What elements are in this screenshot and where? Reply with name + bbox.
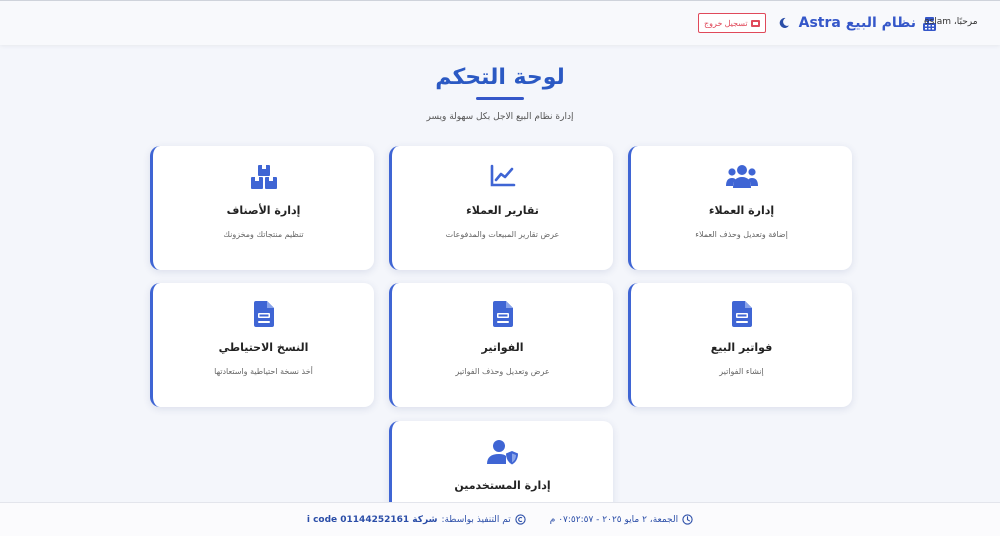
card-description: إنشاء الفواتير bbox=[719, 367, 764, 376]
card-sales-invoices[interactable]: فواتير البيع إنشاء الفواتير bbox=[628, 283, 852, 407]
brand-title: نظام البيع Astra bbox=[798, 15, 917, 31]
card-description: إضافة وتعديل وحذف العملاء bbox=[695, 230, 788, 239]
logout-label: تسجيل خروج bbox=[704, 18, 748, 28]
chart-line-icon bbox=[392, 164, 613, 192]
top-navbar: تسجيل خروج نظام البيع Astra مرحبًا، esla… bbox=[0, 0, 1000, 45]
card-invoices[interactable]: الفواتير عرض وتعديل وحذف الفواتير bbox=[389, 283, 613, 407]
card-description: عرض تقارير المبيعات والمدفوعات bbox=[445, 230, 560, 239]
page-subtitle: إدارة نظام البيع الاجل بكل سهولة ويسر bbox=[426, 112, 574, 122]
footer: تم التنفيذ بواسطة: شركة i code 011442521… bbox=[0, 502, 1000, 536]
moon-icon[interactable] bbox=[777, 16, 791, 30]
card-items[interactable]: إدارة الأصناف تنظيم منتجاتك ومخزونك bbox=[150, 146, 374, 270]
title-underline bbox=[476, 97, 524, 100]
user-shield-icon bbox=[392, 439, 613, 467]
card-title: تقارير العملاء bbox=[466, 204, 539, 217]
card-backup[interactable]: النسخ الاحتياطي أخذ نسخة احتياطية واستعا… bbox=[150, 283, 374, 407]
card-customer-reports[interactable]: تقارير العملاء عرض تقارير المبيعات والمد… bbox=[389, 146, 613, 270]
datetime-text: الجمعة، ٢ مايو ٢٠٢٥ - ٠٧:٥٢:٥٧ م bbox=[549, 514, 679, 525]
clock-icon bbox=[682, 514, 693, 525]
invoice-icon bbox=[392, 301, 613, 329]
card-description: أخذ نسخة احتياطية واستعادتها bbox=[214, 367, 313, 376]
copyright-icon bbox=[515, 514, 526, 525]
invoice-icon bbox=[631, 301, 852, 329]
boxes-icon bbox=[153, 164, 374, 192]
page-title: لوحة التحكم bbox=[435, 65, 565, 90]
card-description: عرض وتعديل وحذف الفواتير bbox=[455, 367, 550, 376]
company-name: شركة i code 01144252161 bbox=[306, 514, 438, 525]
credit-label: تم التنفيذ بواسطة: bbox=[441, 514, 511, 525]
sign-out-icon bbox=[750, 19, 760, 27]
card-title: إدارة المستخدمين bbox=[454, 479, 551, 492]
invoice-icon bbox=[153, 301, 374, 329]
page-header: لوحة التحكم إدارة نظام البيع الاجل بكل س… bbox=[0, 62, 1000, 122]
credit-segment: تم التنفيذ بواسطة: شركة i code 011442521… bbox=[307, 514, 526, 525]
card-title: فواتير البيع bbox=[710, 341, 773, 354]
brand-group: تسجيل خروج نظام البيع Astra bbox=[698, 11, 937, 35]
users-icon bbox=[631, 164, 852, 192]
card-title: النسخ الاحتياطي bbox=[218, 341, 309, 354]
card-customers[interactable]: إدارة العملاء إضافة وتعديل وحذف العملاء bbox=[628, 146, 852, 270]
card-title: إدارة الأصناف bbox=[226, 204, 301, 217]
datetime-segment: الجمعة، ٢ مايو ٢٠٢٥ - ٠٧:٥٢:٥٧ م bbox=[550, 514, 693, 525]
card-description: تنظيم منتجاتك ومخزونك bbox=[223, 230, 304, 239]
card-title: الفواتير bbox=[481, 341, 524, 354]
logout-button[interactable]: تسجيل خروج bbox=[698, 13, 766, 33]
card-title: إدارة العملاء bbox=[708, 204, 775, 217]
welcome-text: مرحبًا، eslam bbox=[924, 17, 978, 27]
